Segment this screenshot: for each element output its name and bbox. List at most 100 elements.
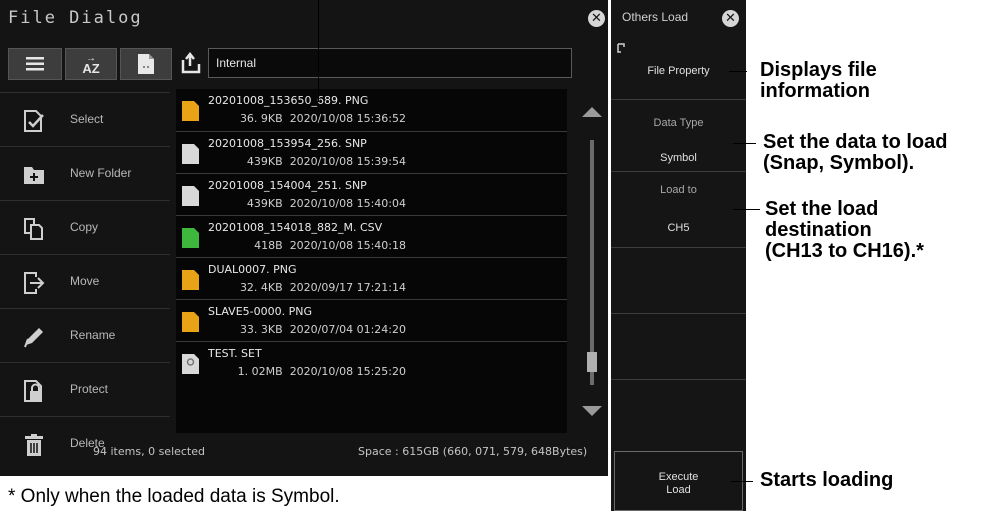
file-date: 2020/10/08 15:39:54 (289, 155, 406, 168)
file-row[interactable]: 20201008_153650_689. PNG 36. 9KB 2020/10… (176, 89, 567, 131)
file-size: 418B (254, 239, 283, 252)
file-meta: 1. 02MB 2020/10/08 15:25:20 (208, 365, 406, 378)
file-row[interactable]: 20201008_154018_882_M. CSV 418B 2020/10/… (176, 215, 567, 257)
callout-load-to: Set the load destination (CH13 to CH16).… (765, 199, 924, 262)
execute-label-line2: Load (666, 484, 691, 496)
file-row[interactable]: DUAL0007. PNG 32. 4KB 2020/09/17 17:21:1… (176, 257, 567, 299)
select-button[interactable]: Select (0, 92, 170, 146)
file-name: DUAL0007. PNG (208, 263, 297, 276)
file-size: 1. 02MB (237, 365, 283, 378)
file-size: 36. 9KB (239, 112, 283, 125)
callout-leader-line (731, 481, 753, 482)
move-icon (24, 272, 45, 294)
rename-button[interactable]: Rename (0, 308, 170, 362)
callout-leader-line (733, 143, 756, 144)
callout-line: Set the load (765, 198, 879, 220)
list-view-icon (26, 57, 44, 71)
load-to-value: CH5 (667, 222, 690, 234)
file-dialog-title: File Dialog (8, 8, 143, 28)
copy-label: Copy (70, 220, 99, 234)
copy-icon (24, 218, 43, 240)
file-size: 32. 4KB (239, 281, 283, 294)
file-name: TEST. SET (208, 347, 262, 360)
file-row[interactable]: 20201008_153954_256. SNP 439KB 2020/10/0… (176, 131, 567, 173)
file-name: 20201008_154004_251. SNP (208, 179, 367, 192)
load-to-button[interactable]: Load to CH5 (611, 171, 746, 247)
snp-file-icon (182, 186, 199, 206)
file-date: 2020/09/17 17:21:14 (289, 281, 406, 294)
scrollbar-thumb[interactable] (587, 352, 597, 372)
file-row[interactable]: TEST. SET 1. 02MB 2020/10/08 15:25:20 (176, 341, 567, 383)
select-icon (24, 110, 44, 132)
select-label: Select (70, 112, 104, 126)
others-load-close-icon[interactable]: ✕ (722, 10, 739, 27)
file-name: SLAVE5-0000. PNG (208, 305, 313, 318)
empty-menu-slot (611, 247, 746, 313)
list-view-button[interactable] (8, 48, 62, 80)
callout-execute: Starts loading (760, 469, 894, 491)
file-meta: 36. 9KB 2020/10/08 15:36:52 (208, 112, 406, 125)
scroll-up-icon[interactable] (580, 105, 604, 119)
callout-leader-line (318, 0, 319, 102)
sort-button[interactable]: → AZ (65, 48, 117, 80)
new-folder-label: New Folder (70, 166, 132, 180)
scrollbar-track[interactable] (590, 140, 594, 385)
file-date: 2020/07/04 01:24:20 (289, 323, 406, 336)
protect-label: Protect (70, 382, 109, 396)
png-file-icon (182, 270, 199, 290)
load-to-label: Load to (660, 184, 697, 196)
file-size: 439KB (246, 197, 283, 210)
file-date: 2020/10/08 15:40:18 (289, 239, 406, 252)
set-file-icon (182, 354, 199, 374)
move-label: Move (70, 274, 100, 288)
path-input[interactable]: Internal (208, 48, 572, 78)
data-type-button[interactable]: Data Type Symbol (611, 99, 746, 171)
file-meta: 33. 3KB 2020/07/04 01:24:20 (208, 323, 406, 336)
file-row[interactable]: SLAVE5-0000. PNG 33. 3KB 2020/07/04 01:2… (176, 299, 567, 341)
thumbnail-file-icon (138, 54, 154, 74)
png-file-icon (182, 312, 199, 332)
delete-button[interactable]: Delete (0, 416, 170, 470)
file-date: 2020/10/08 15:36:52 (289, 112, 406, 125)
execute-label-line1: Execute (658, 471, 699, 483)
callout-line: (Snap, Symbol). (763, 152, 915, 174)
delete-icon (25, 434, 43, 456)
callout-data-type: Set the data to load (Snap, Symbol). (763, 132, 947, 174)
callout-file-property: Displays file information (760, 60, 877, 102)
scroll-down-icon[interactable] (580, 404, 604, 418)
others-load-title: Others Load (622, 10, 689, 24)
file-date: 2020/10/08 15:40:04 (289, 197, 406, 210)
copy-button[interactable]: Copy (0, 200, 170, 254)
thumbnail-view-button[interactable] (120, 48, 172, 80)
execute-load-button[interactable]: Execute Load (614, 451, 743, 511)
callout-line: destination (765, 219, 872, 241)
move-button[interactable]: Move (0, 254, 170, 308)
file-name: 20201008_154018_882_M. CSV (208, 221, 383, 234)
file-dialog-close-icon[interactable]: ✕ (588, 10, 605, 27)
csv-file-icon (182, 228, 199, 248)
file-list[interactable]: 20201008_153650_689. PNG 36. 9KB 2020/10… (176, 89, 567, 433)
callout-line: (CH13 to CH16).* (765, 240, 924, 262)
up-folder-icon (181, 52, 201, 74)
protect-button[interactable]: Protect (0, 362, 170, 416)
file-property-label: File Property (647, 65, 710, 77)
file-date: 2020/10/08 15:25:20 (289, 365, 406, 378)
file-meta: 439KB 2020/10/08 15:40:04 (208, 197, 406, 210)
file-property-icon (617, 43, 625, 53)
callout-line: Displays file (760, 59, 877, 81)
callout-line: Set the data to load (763, 131, 948, 153)
callout-leader-line (729, 71, 747, 72)
file-meta: 439KB 2020/10/08 15:39:54 (208, 155, 406, 168)
file-meta: 418B 2020/10/08 15:40:18 (208, 239, 406, 252)
new-folder-button[interactable]: New Folder (0, 146, 170, 200)
protect-icon (24, 380, 42, 402)
file-size: 33. 3KB (239, 323, 283, 336)
file-property-button[interactable]: File Property (611, 33, 746, 99)
space-info: Space : 615GB (660, 071, 579, 648Bytes) (358, 445, 588, 458)
file-size: 439KB (246, 155, 283, 168)
parent-folder-button[interactable] (181, 52, 201, 74)
rename-label: Rename (70, 328, 116, 342)
file-row[interactable]: 20201008_154004_251. SNP 439KB 2020/10/0… (176, 173, 567, 215)
file-meta: 32. 4KB 2020/09/17 17:21:14 (208, 281, 406, 294)
empty-menu-slot (611, 313, 746, 379)
